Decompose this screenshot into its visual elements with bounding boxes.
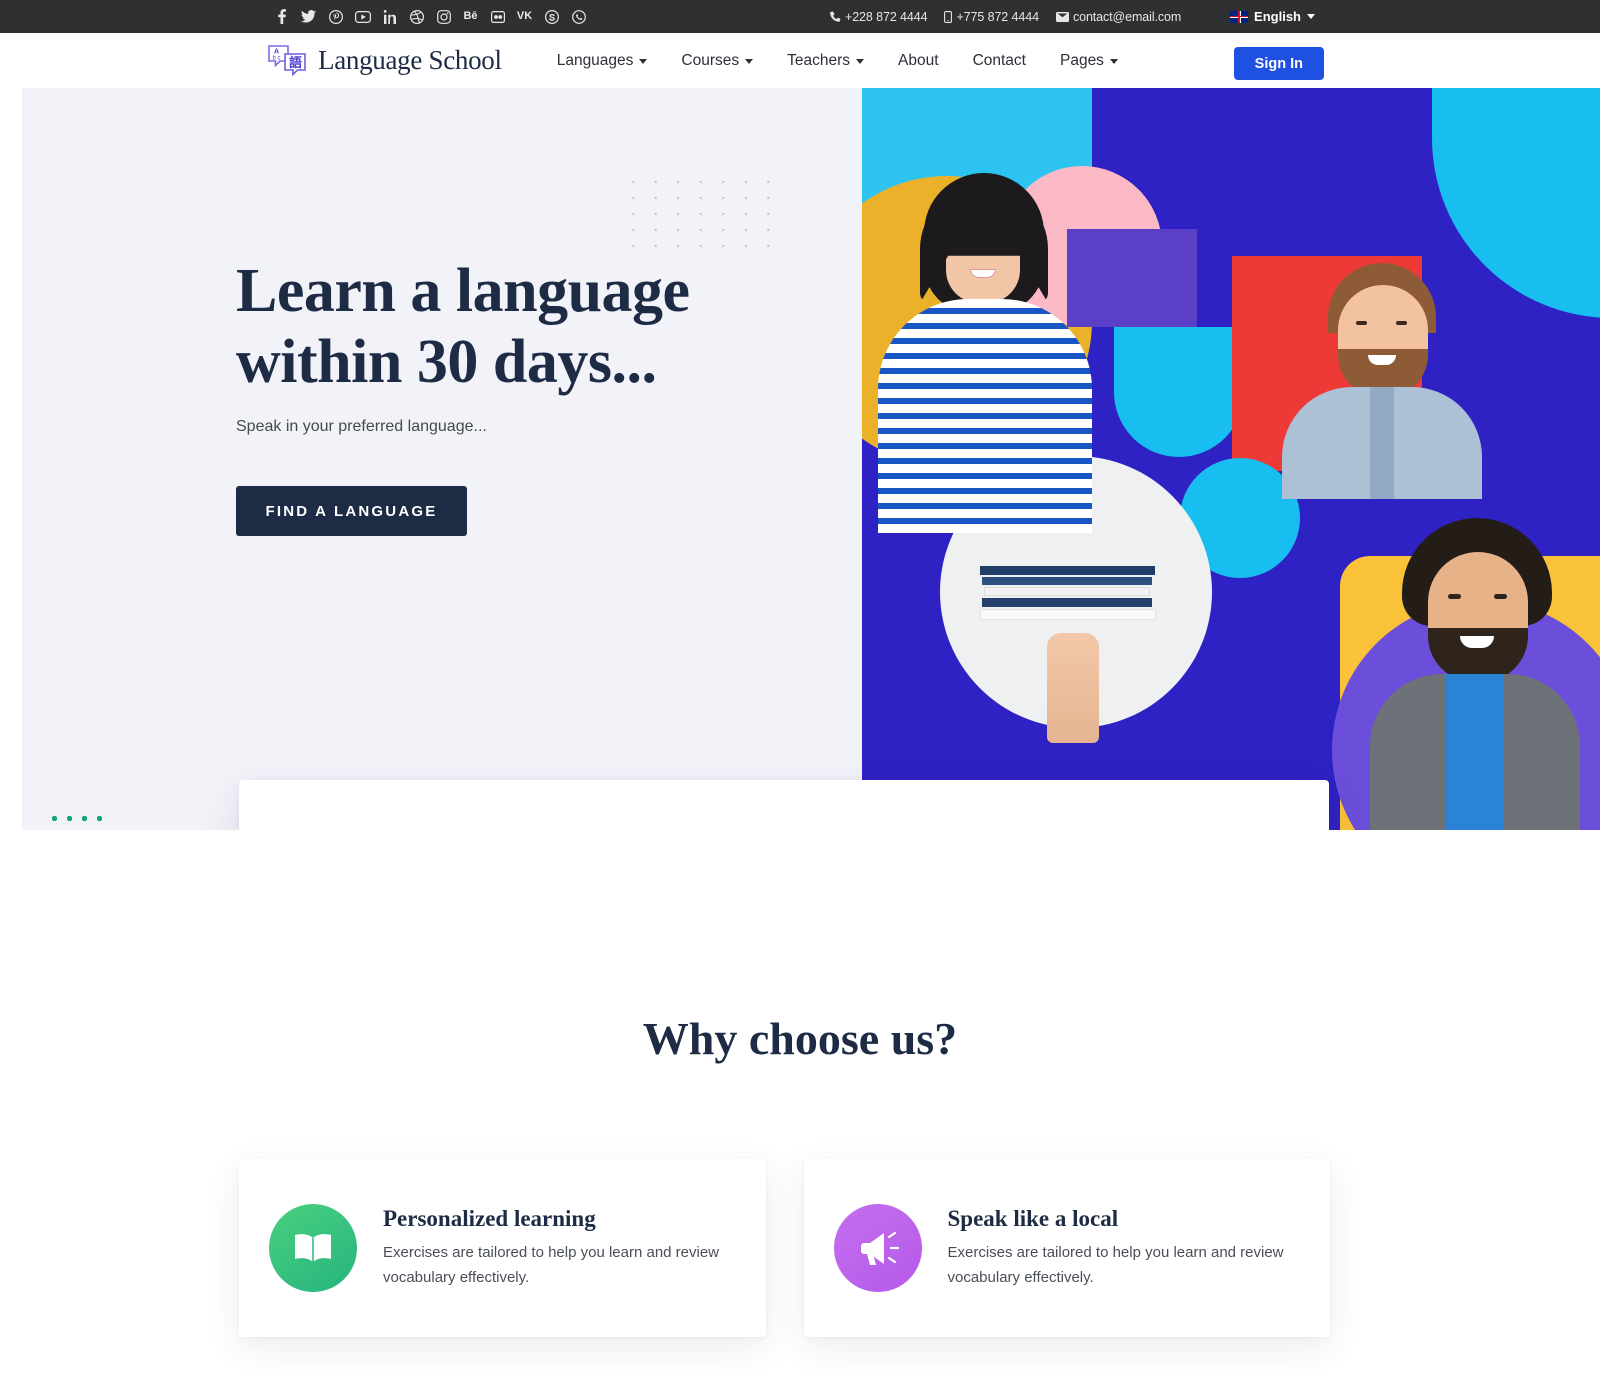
phone-2[interactable]: +775 872 4444 <box>944 9 1039 24</box>
chevron-down-icon <box>1109 59 1118 64</box>
email-text: contact@email.com <box>1072 9 1182 24</box>
whatsapp-icon[interactable] <box>565 3 592 30</box>
nav-label: Contact <box>972 51 1026 69</box>
youtube-icon[interactable] <box>349 3 376 30</box>
skype-icon[interactable] <box>538 3 565 30</box>
books-illustration <box>980 566 1156 636</box>
feature-description: Exercises are tailored to help you learn… <box>947 1244 1284 1286</box>
hand-illustration <box>1047 633 1099 743</box>
megaphone-icon <box>833 1204 922 1292</box>
vk-icon[interactable]: VK <box>511 3 538 30</box>
phone-1-text: +228 872 4444 <box>845 9 928 24</box>
chevron-down-icon <box>639 59 648 64</box>
sign-in-button[interactable]: Sign In <box>1233 47 1324 80</box>
pinterest-icon[interactable] <box>322 3 349 30</box>
svg-text:b c: b c <box>273 55 281 61</box>
email[interactable]: contact@email.com <box>1055 9 1182 24</box>
hero-title-line-1: Learn a language <box>236 257 690 325</box>
dot-grid-decoration <box>622 174 770 256</box>
nav-label: Teachers <box>787 51 851 69</box>
dribbble-icon[interactable] <box>403 3 430 30</box>
top-bar: Bē VK +228 872 4444 +775 872 4444 contac… <box>0 0 1600 33</box>
mobile-icon <box>944 10 953 23</box>
facebook-icon[interactable] <box>268 3 295 30</box>
uk-flag-icon <box>1230 10 1249 23</box>
language-dropdown[interactable]: English <box>1230 0 1315 33</box>
chevron-down-icon <box>856 59 865 64</box>
brand-name: Language School <box>318 45 502 75</box>
nav-item-contact[interactable]: Contact <box>956 52 1043 70</box>
hero-section: Learn a language within 30 days... Speak… <box>0 88 1600 830</box>
nav-item-languages[interactable]: Languages <box>540 52 665 70</box>
speech-bubbles-logo-icon: A b c 語 <box>268 44 306 76</box>
nav-item-teachers[interactable]: Teachers <box>770 52 881 70</box>
phone-2-text: +775 872 4444 <box>956 9 1039 24</box>
person-man-beard-photo <box>1282 263 1482 499</box>
page-root: Bē VK +228 872 4444 +775 872 4444 contac… <box>0 0 1600 1400</box>
hero-subtitle: Speak in your preferred language... <box>236 418 487 435</box>
behance-icon[interactable]: Bē <box>457 3 484 30</box>
person-man-suit-photo <box>1350 518 1600 830</box>
feature-text: Speak like a local Exercises are tailore… <box>948 1206 1288 1290</box>
nav-item-about[interactable]: About <box>881 52 956 70</box>
nav-label: About <box>898 51 939 69</box>
site-header: A b c 語 Language School Languages Course… <box>0 33 1600 88</box>
brand-logo[interactable]: A b c 語 Language School <box>266 43 502 79</box>
language-label: English <box>1254 9 1301 24</box>
phone-1[interactable]: +228 872 4444 <box>830 9 928 24</box>
feature-title: Personalized learning <box>383 1206 596 1232</box>
nav-item-courses[interactable]: Courses <box>664 52 770 70</box>
nav-label: Languages <box>556 51 634 69</box>
main-nav: Languages Courses Teachers About Contact… <box>540 52 1135 70</box>
green-dots-decoration <box>2 811 106 830</box>
svg-text:語: 語 <box>289 55 302 70</box>
instagram-icon[interactable] <box>430 3 457 30</box>
find-a-language-button[interactable]: FIND A LANGUAGE <box>236 486 467 536</box>
nav-label: Courses <box>681 51 740 69</box>
nav-item-pages[interactable]: Pages <box>1043 52 1135 70</box>
person-woman-photo <box>872 173 1097 533</box>
chevron-down-icon <box>1307 14 1315 19</box>
feature-card-personalized-learning: Personalized learning Exercises are tail… <box>239 1159 766 1337</box>
hero-title: Learn a language within 30 days... <box>236 256 876 397</box>
contact-info: +228 872 4444 +775 872 4444 contact@emai… <box>830 10 1198 24</box>
chevron-down-icon <box>745 59 754 64</box>
twitter-icon[interactable] <box>295 3 322 30</box>
open-book-icon <box>269 1204 357 1292</box>
hero-title-line-2: within 30 days... <box>236 327 657 396</box>
flickr-icon[interactable] <box>484 3 511 30</box>
nav-label: Pages <box>1059 51 1104 69</box>
social-links: Bē VK <box>268 3 592 30</box>
feature-card-speak-like-a-local: Speak like a local Exercises are tailore… <box>803 1159 1330 1337</box>
feature-text: Personalized learning Exercises are tail… <box>383 1206 723 1290</box>
svg-text:A: A <box>274 48 279 55</box>
envelope-icon <box>1055 11 1069 22</box>
hero-collage-image <box>862 88 1600 830</box>
phone-icon <box>830 11 841 22</box>
feature-title: Speak like a local <box>947 1206 1119 1232</box>
cyan-disk-shape <box>1114 327 1244 457</box>
language-selector-card: I WANT TO LEARN Korean <box>239 780 1329 830</box>
feature-description: Exercises are tailored to help you learn… <box>383 1244 720 1286</box>
feature-cards: Personalized learning Exercises are tail… <box>239 1159 1330 1337</box>
why-choose-us-heading: Why choose us? <box>642 1013 958 1064</box>
linkedin-icon[interactable] <box>376 3 403 30</box>
